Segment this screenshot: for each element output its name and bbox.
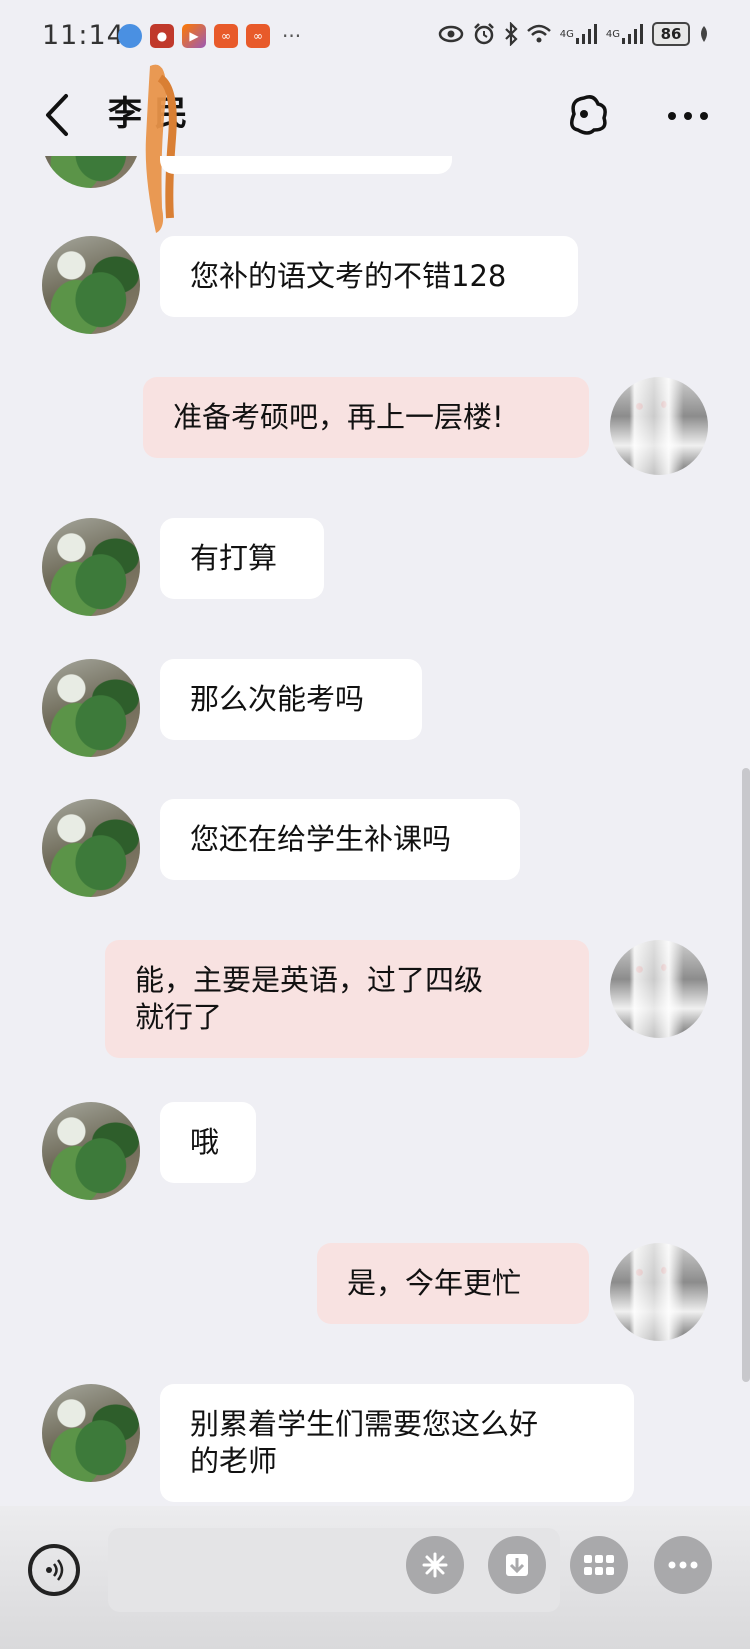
status-time: 11:14 bbox=[42, 20, 125, 51]
contact-profile-icon[interactable] bbox=[564, 92, 610, 138]
download-icon bbox=[506, 1554, 528, 1576]
download-button[interactable] bbox=[488, 1536, 546, 1594]
signal-icon-2 bbox=[622, 24, 643, 44]
battery-indicator: 86 bbox=[652, 22, 690, 46]
bluetooth-icon bbox=[504, 22, 518, 46]
network-label-1: 4G bbox=[559, 28, 574, 40]
contact-avatar[interactable] bbox=[42, 156, 140, 188]
incoming-message[interactable]: 那么次能考吗 bbox=[160, 659, 422, 740]
voice-icon bbox=[46, 1559, 64, 1581]
contact-avatar[interactable] bbox=[42, 518, 140, 616]
network-label-2: 4G bbox=[605, 28, 620, 40]
system-icons: 4G 4G 86 bbox=[438, 22, 710, 46]
chat-screen: 11:14 ● ▶ ∞ ∞ ··· 4G 4G 86 李 民 您补的语文考的不错… bbox=[0, 0, 750, 1649]
message-bubble-partial bbox=[160, 156, 452, 174]
eye-icon bbox=[438, 25, 463, 43]
browser-app-icon bbox=[118, 24, 142, 48]
outgoing-message[interactable]: 准备考硕吧，再上一层楼! bbox=[143, 377, 589, 458]
kuaishou-app-icon-2: ∞ bbox=[246, 24, 270, 48]
incoming-message[interactable]: 有打算 bbox=[160, 518, 324, 599]
contact-avatar[interactable] bbox=[42, 1384, 140, 1482]
apps-button[interactable] bbox=[570, 1536, 628, 1594]
incoming-message[interactable]: 哦 bbox=[160, 1102, 256, 1183]
contact-avatar[interactable] bbox=[42, 659, 140, 757]
my-avatar[interactable] bbox=[610, 940, 708, 1038]
leaf-icon bbox=[701, 26, 707, 42]
more-actions-button[interactable] bbox=[654, 1536, 712, 1594]
outgoing-message[interactable]: 能，主要是英语，过了四级 就行了 bbox=[105, 940, 589, 1058]
outgoing-message[interactable]: 是，今年更忙 bbox=[317, 1243, 589, 1324]
incoming-message[interactable]: 别累着学生们需要您这么好 的老师 bbox=[160, 1384, 634, 1502]
alarm-icon bbox=[473, 23, 494, 45]
contact-avatar[interactable] bbox=[42, 799, 140, 897]
contact-avatar[interactable] bbox=[42, 236, 140, 334]
video-app-icon: ▶ bbox=[182, 24, 206, 48]
more-notifications-icon: ··· bbox=[282, 24, 302, 48]
voice-input-button[interactable] bbox=[28, 1544, 80, 1596]
notification-icons: ● ▶ ∞ ∞ ··· bbox=[118, 24, 301, 48]
my-avatar[interactable] bbox=[610, 1243, 708, 1341]
signal-icon-1 bbox=[575, 24, 597, 44]
incoming-message[interactable]: 您补的语文考的不错128 bbox=[160, 236, 578, 317]
news-app-icon: ● bbox=[150, 24, 174, 48]
wifi-icon bbox=[526, 24, 551, 43]
incoming-message[interactable]: 您还在给学生补课吗 bbox=[160, 799, 520, 880]
kuaishou-app-icon-1: ∞ bbox=[214, 24, 238, 48]
status-bar: 11:14 ● ▶ ∞ ∞ ··· 4G 4G 86 bbox=[0, 0, 750, 76]
contact-avatar[interactable] bbox=[42, 1102, 140, 1200]
grid-icon bbox=[584, 1555, 614, 1575]
scrollbar[interactable] bbox=[742, 768, 750, 1382]
my-avatar[interactable] bbox=[610, 377, 708, 475]
more-options-icon[interactable] bbox=[666, 96, 710, 136]
quick-reply-button[interactable] bbox=[406, 1536, 464, 1594]
input-bar bbox=[0, 1506, 750, 1649]
back-arrow-icon[interactable] bbox=[40, 90, 80, 140]
ellipsis-icon bbox=[668, 1561, 698, 1569]
message-list[interactable]: 您补的语文考的不错128 准备考硕吧，再上一层楼! 有打算 那么次能考吗 您还在… bbox=[0, 156, 750, 1506]
sparkle-icon bbox=[422, 1552, 448, 1578]
chat-header: 李 民 bbox=[0, 64, 750, 234]
